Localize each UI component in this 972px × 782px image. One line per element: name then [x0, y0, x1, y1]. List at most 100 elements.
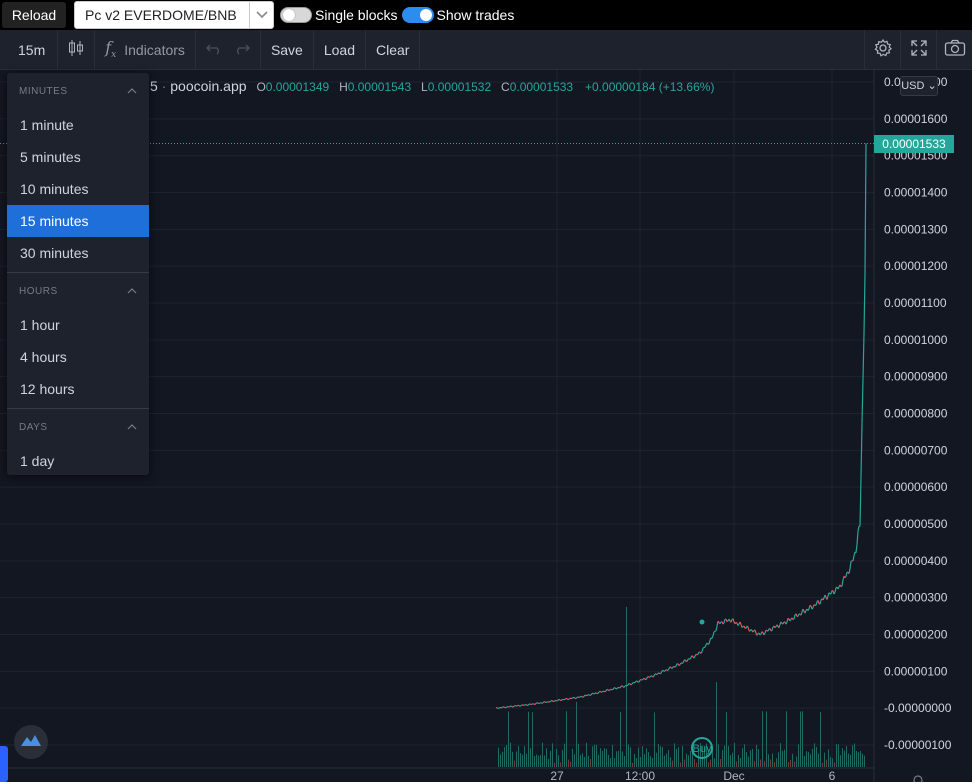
volume-bar	[776, 758, 777, 767]
screenshot-button[interactable]	[936, 29, 972, 70]
volume-bar	[666, 753, 667, 767]
volume-bar	[630, 747, 631, 767]
interval-30-minutes[interactable]: 30 minutes	[7, 237, 149, 269]
indicators-button[interactable]: fx Indicators	[95, 30, 195, 70]
volume-bar	[616, 751, 617, 767]
interval-5-minutes[interactable]: 5 minutes	[7, 141, 149, 173]
price-segment	[604, 690, 607, 693]
price-segment	[774, 626, 777, 629]
hours-section-header[interactable]: HOURS	[7, 273, 149, 309]
interval-1-day[interactable]: 1 day	[7, 445, 149, 477]
volume-bar	[596, 744, 597, 767]
fullscreen-button[interactable]	[900, 29, 936, 70]
volume-bar	[822, 762, 823, 767]
undo-button[interactable]	[196, 30, 228, 70]
price-segment	[678, 664, 681, 666]
volume-bar	[818, 753, 819, 767]
load-button[interactable]: Load	[314, 30, 365, 70]
volume-bar	[626, 607, 627, 767]
volume-bar	[552, 743, 553, 767]
minutes-section-header[interactable]: MINUTES	[7, 73, 149, 109]
price-segment	[523, 704, 526, 706]
price-segment	[590, 693, 593, 696]
show-trades-toggle[interactable]	[401, 7, 434, 23]
interval-1-hour[interactable]: 1 hour	[7, 309, 149, 341]
volume-bar	[624, 755, 625, 767]
interval-10-minutes[interactable]: 10 minutes	[7, 173, 149, 205]
price-segment	[752, 630, 755, 633]
indicators-label: Indicators	[124, 41, 185, 58]
volume-bar	[800, 711, 801, 767]
price-segment	[525, 704, 528, 706]
price-segment	[519, 705, 522, 707]
volume-bar	[834, 762, 835, 767]
volume-bar	[640, 756, 641, 767]
fullscreen-icon	[910, 39, 928, 60]
price-segment	[593, 692, 596, 695]
redo-button[interactable]	[228, 30, 260, 70]
volume-bar	[652, 757, 653, 767]
volume-bar	[662, 747, 663, 767]
volume-bar	[854, 743, 855, 767]
price-segment	[746, 625, 749, 628]
price-segment	[761, 631, 764, 634]
price-segment	[807, 608, 810, 611]
volume-bar	[828, 749, 829, 767]
days-section-header[interactable]: DAYS	[7, 409, 149, 445]
pair-select[interactable]: Pc v2 EVERDOME/BNB	[74, 1, 274, 29]
volume-bar	[590, 759, 591, 767]
interval-4-hours[interactable]: 4 hours	[7, 341, 149, 373]
price-segment	[595, 692, 598, 694]
time-tick-label: 27	[550, 769, 564, 782]
price-segment	[630, 683, 633, 686]
price-segment	[809, 604, 812, 607]
price-segment	[544, 701, 547, 704]
close-label: C	[501, 80, 510, 94]
volume-bar	[530, 748, 531, 767]
volume-bar	[784, 749, 785, 767]
volume-bar	[728, 746, 729, 767]
reload-button[interactable]: Reload	[2, 2, 66, 28]
price-segment	[508, 705, 511, 708]
volume-bar	[696, 762, 697, 767]
single-blocks-toggle[interactable]	[280, 7, 312, 23]
settings-button[interactable]	[864, 29, 900, 70]
volume-bar	[804, 756, 805, 767]
volume-bar	[724, 745, 725, 767]
price-tick-label: 0.00000300	[884, 591, 948, 605]
interval-12-hours[interactable]: 12 hours	[7, 373, 149, 405]
volume-bar	[732, 752, 733, 767]
price-segment	[534, 703, 537, 705]
price-tick-label: -0.00000100	[884, 738, 952, 752]
side-panel-toggle[interactable]	[0, 746, 8, 782]
tradingview-logo-button[interactable]	[14, 725, 48, 759]
high-value: 0.00001543	[347, 80, 412, 94]
volume-bar	[848, 753, 849, 767]
volume-bar	[686, 753, 687, 767]
price-segment	[538, 702, 541, 705]
save-button[interactable]: Save	[261, 30, 313, 70]
price-segment	[580, 695, 583, 698]
volume-bar	[564, 743, 565, 767]
price-segment	[608, 689, 611, 692]
clear-button[interactable]: Clear	[366, 30, 419, 70]
chart-type-button[interactable]	[58, 30, 94, 70]
time-tick-label: 12:00	[625, 769, 655, 782]
ohlc-legend: 5 · poocoin.app O0.00001349 H0.00001543 …	[150, 78, 715, 94]
gear-icon	[873, 38, 893, 61]
price-segment	[741, 626, 744, 629]
currency-select[interactable]: USD ⌄	[900, 76, 938, 96]
interval-1-minute[interactable]: 1 minute	[7, 109, 149, 141]
volume-bar	[610, 758, 611, 767]
volume-bar	[528, 711, 529, 767]
price-segment	[626, 684, 629, 687]
volume-bar	[566, 711, 567, 767]
volume-bar	[694, 759, 695, 767]
price-segment	[527, 703, 530, 706]
interval-15-minutes[interactable]: 15 minutes	[7, 205, 149, 237]
price-segment	[542, 701, 545, 704]
volume-bar	[614, 758, 615, 767]
interval-button[interactable]: 15m	[0, 30, 57, 70]
chevron-down-icon	[249, 2, 273, 28]
volume-bar	[542, 742, 543, 767]
